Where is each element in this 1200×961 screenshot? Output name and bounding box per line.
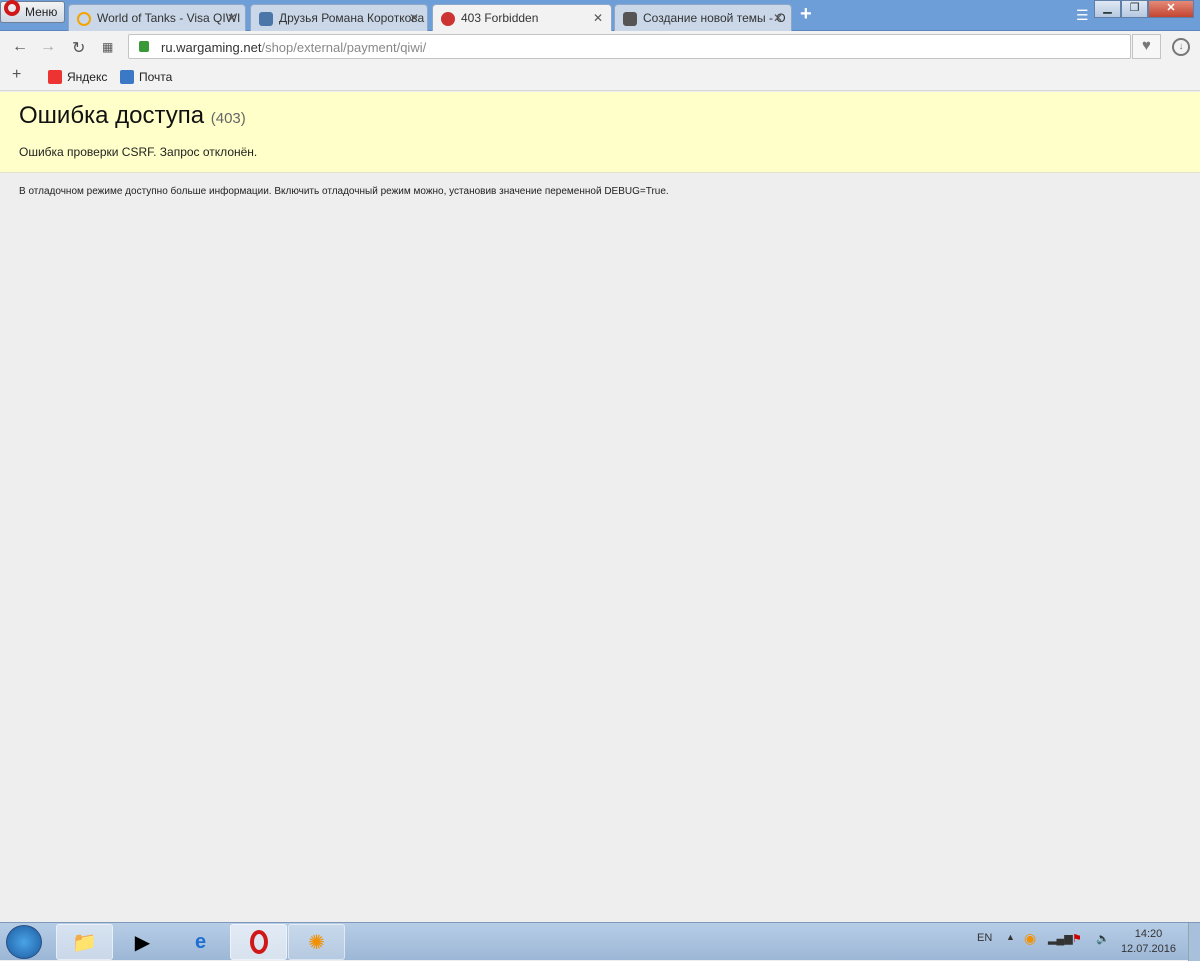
opera-logo-icon [4,0,20,16]
address-bar[interactable]: ru.wargaming.net/shop/external/payment/q… [128,34,1131,59]
error-banner: Ошибка доступа (403) Ошибка проверки CSR… [0,92,1200,173]
language-indicator[interactable]: EN [977,932,992,944]
avast-taskbar-icon[interactable]: ✺ [288,924,345,960]
back-icon[interactable]: ← [12,38,28,56]
close-tab-icon[interactable]: ✕ [593,11,603,25]
date: 12.07.2016 [1120,943,1176,955]
close-tab-icon[interactable]: ✕ [409,11,419,25]
bookmark-pochta[interactable]: Почта [120,70,172,84]
clock[interactable]: 14:20 12.07.2016 [1121,927,1176,957]
tab-title: Друзья Романа Короткова [279,11,425,25]
close-tab-icon[interactable]: ✕ [773,11,783,25]
address-toolbar: ← → ↻ ▦ ru.wargaming.net/shop/external/p… [0,31,1200,63]
bookmark-yandex[interactable]: Яндекс [48,70,107,84]
mail-icon [120,70,134,84]
start-button[interactable] [6,925,42,959]
tab-bar: Меню World of Tanks - Visa QIWI ✕ Друзья … [0,0,1200,32]
minimize-button[interactable]: ▁ [1094,0,1121,18]
lock-icon [139,41,149,52]
media-player-taskbar-icon[interactable]: ▶ [114,924,171,960]
tab-title: Создание новой темы - О [643,11,786,25]
close-window-button[interactable]: ✕ [1148,0,1194,18]
wot-icon [623,12,637,26]
network-icon[interactable]: ▂▄▆ [1048,932,1073,945]
reload-icon[interactable]: ↻ [72,38,85,58]
menu-label: Меню [25,5,58,19]
tab-vk[interactable]: Друзья Романа Короткова ✕ [250,4,428,31]
tab-403-forbidden[interactable]: 403 Forbidden ✕ [432,4,612,32]
bookmark-heart-icon[interactable]: ♥ [1132,34,1161,59]
bookmarks-bar: + Яндекс Почта [0,63,1200,91]
wargaming-icon [441,12,455,26]
time: 14:20 [1134,928,1163,940]
bookmark-label: Почта [139,70,173,84]
debug-info: В отладочном режиме доступно больше инфо… [19,186,669,197]
speed-dial-icon[interactable]: ▦ [102,40,113,54]
forward-icon[interactable]: → [40,38,56,56]
tab-wot-forum[interactable]: Создание новой темы - О ✕ [614,4,792,31]
opera-taskbar-icon[interactable] [230,924,287,960]
bookmark-label: Яндекс [67,70,108,84]
ie-taskbar-icon[interactable]: e [172,924,229,960]
page-title: Ошибка доступа (403) [19,102,1181,130]
vk-icon [259,12,273,26]
error-code: (403) [210,110,246,127]
tab-menu-icon[interactable]: ☰ [1076,7,1089,24]
tab-title: 403 Forbidden [461,11,539,25]
show-desktop-button[interactable] [1188,923,1200,961]
opera-menu-button[interactable]: Меню [0,0,65,23]
tab-qiwi[interactable]: World of Tanks - Visa QIWI ✕ [68,4,246,31]
yandex-icon [48,70,62,84]
taskbar: 📁 ▶ e ✺ EN ▲ ◉ ▂▄▆ ⚑ 🔈 14:20 12.07.2016 [0,922,1200,961]
explorer-taskbar-icon[interactable]: 📁 [56,924,113,960]
volume-icon[interactable]: 🔈 [1096,932,1110,945]
tab-title: World of Tanks - Visa QIWI [97,11,241,25]
add-bookmark-icon[interactable]: + [12,66,21,84]
url-host: ru.wargaming.net [161,40,262,55]
error-title: Ошибка доступа [19,102,205,129]
maximize-button[interactable]: ❐ [1121,0,1148,18]
download-icon[interactable]: ↓ [1172,38,1190,56]
show-hidden-icons[interactable]: ▲ [1006,932,1015,942]
url-path: /shop/external/payment/qiwi/ [261,40,427,55]
new-tab-button[interactable]: + [800,3,812,26]
close-tab-icon[interactable]: ✕ [227,11,237,25]
avast-tray-icon[interactable]: ◉ [1024,930,1036,947]
action-center-flag-icon[interactable]: ⚑ [1072,932,1082,945]
qiwi-icon [77,12,91,26]
error-message: Ошибка проверки CSRF. Запрос отклонён. [19,145,258,159]
